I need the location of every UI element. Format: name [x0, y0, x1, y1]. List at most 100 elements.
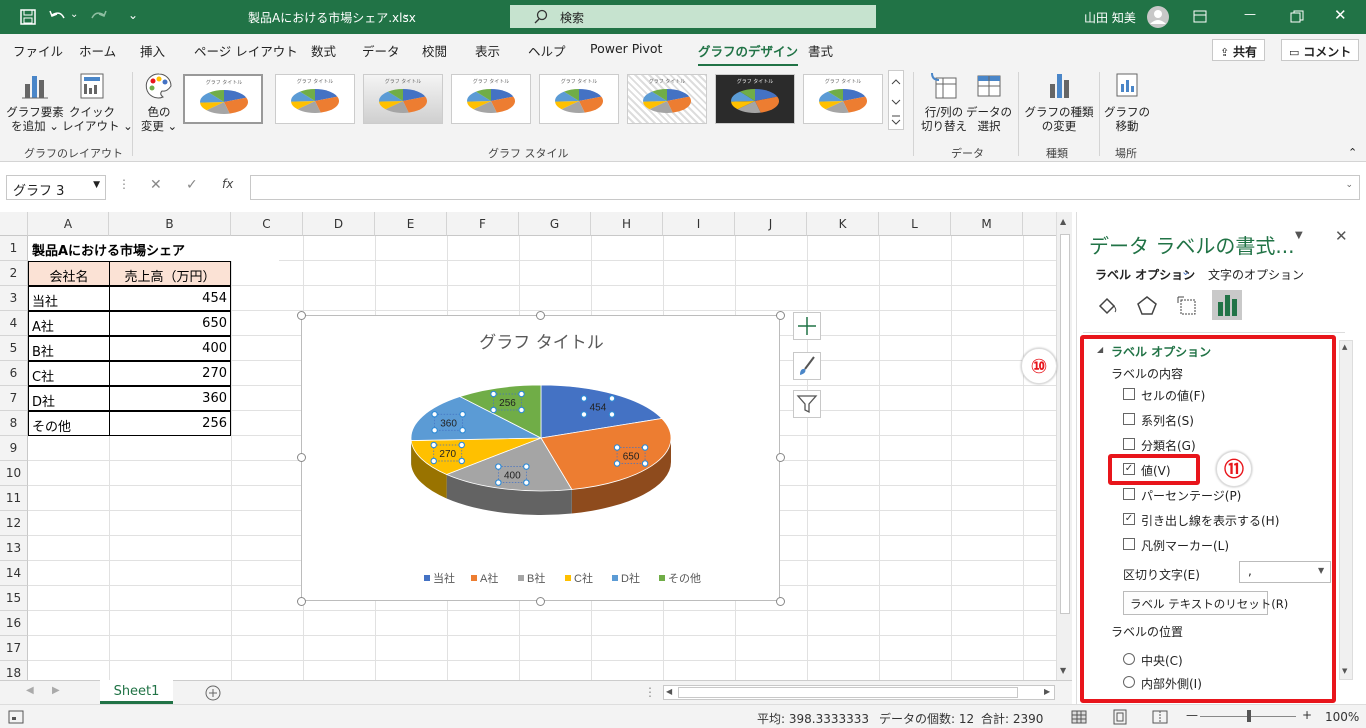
zoom-level[interactable]: 100%: [1325, 710, 1359, 724]
move-chart-button[interactable]: グラフの 移動: [1104, 70, 1150, 133]
data-label-handle[interactable]: [431, 427, 438, 434]
column-header[interactable]: [1023, 212, 1056, 236]
data-label-handle[interactable]: [459, 411, 466, 418]
data-label-handle[interactable]: [608, 395, 616, 402]
data-label-handle[interactable]: [495, 479, 502, 486]
row-header[interactable]: 18: [0, 661, 28, 680]
pie-plot-area[interactable]: 454 650 400 270 360 256 当社 A社 B社 C社 D社 その他: [302, 316, 781, 602]
column-header[interactable]: G: [519, 212, 591, 236]
sales-cell[interactable]: 454: [109, 286, 231, 311]
data-label-handle[interactable]: [495, 463, 502, 470]
customize-qat-icon[interactable]: ⌄: [128, 8, 138, 22]
pane-scrollbar[interactable]: ▲ ▼: [1339, 340, 1353, 680]
company-cell[interactable]: D社: [28, 386, 110, 411]
row-header[interactable]: 14: [0, 561, 28, 586]
resize-handle[interactable]: [776, 597, 785, 606]
data-label-handle[interactable]: [458, 457, 465, 465]
quick-layout-button[interactable]: クイック レイアウト ⌄: [62, 70, 133, 133]
sales-cell[interactable]: 270: [109, 361, 231, 386]
data-label-handle[interactable]: [458, 441, 465, 449]
tab-insert[interactable]: 挿入: [140, 41, 165, 60]
row-header[interactable]: 13: [0, 536, 28, 561]
sheet-tab-sheet1[interactable]: Sheet1: [100, 680, 173, 704]
pie-chart[interactable]: グラフ タイトル 454 650 400 270 360 256 当社 A社 B社 C社 D社 その他: [301, 315, 780, 601]
row-header[interactable]: 16: [0, 611, 28, 636]
row-header[interactable]: 7: [0, 386, 28, 411]
data-label[interactable]: 400: [504, 471, 521, 482]
sales-cell[interactable]: 400: [109, 336, 231, 361]
resize-handle[interactable]: [536, 311, 545, 320]
collapse-ribbon-icon[interactable]: ⌃: [1348, 146, 1357, 159]
data-label-handle[interactable]: [490, 390, 497, 398]
name-box[interactable]: グラフ 3 ▼: [6, 175, 106, 200]
company-cell[interactable]: A社: [28, 311, 110, 336]
tab-data[interactable]: データ: [362, 41, 400, 60]
chart-styles-button[interactable]: [793, 352, 821, 380]
tab-help[interactable]: ヘルプ: [528, 41, 566, 60]
chart-filters-button[interactable]: [793, 390, 821, 418]
normal-view-icon[interactable]: [1071, 709, 1087, 725]
data-label-handle[interactable]: [518, 406, 525, 414]
column-header[interactable]: F: [447, 212, 519, 236]
row-header[interactable]: 1: [0, 236, 28, 261]
data-label[interactable]: 270: [439, 449, 456, 460]
column-header[interactable]: C: [231, 212, 303, 236]
select-data-button[interactable]: データの 選択: [966, 70, 1012, 133]
enter-icon[interactable]: ✓: [186, 177, 198, 193]
add-sheet-icon[interactable]: [205, 685, 221, 701]
data-label-handle[interactable]: [431, 411, 438, 418]
minimize-icon[interactable]: —: [1244, 7, 1256, 21]
row-header[interactable]: 12: [0, 511, 28, 536]
row-header[interactable]: 6: [0, 361, 28, 386]
fill-line-icon[interactable]: [1095, 294, 1119, 318]
tab-format[interactable]: 書式: [808, 41, 833, 60]
search-box[interactable]: 検索: [510, 5, 876, 28]
data-label-handle[interactable]: [430, 457, 437, 465]
chart-elements-button[interactable]: [793, 312, 821, 340]
chart-style-3[interactable]: グラフ タイトル: [363, 74, 443, 124]
comment-button[interactable]: ▭ コメント: [1281, 39, 1360, 61]
scroll-left-icon[interactable]: ◀: [666, 687, 672, 696]
row-header[interactable]: 17: [0, 636, 28, 661]
data-label[interactable]: 650: [623, 452, 640, 463]
size-properties-icon[interactable]: [1175, 294, 1199, 318]
legend-entry[interactable]: B社: [527, 571, 545, 585]
row-header[interactable]: 5: [0, 336, 28, 361]
column-header[interactable]: K: [807, 212, 879, 236]
legend-entry[interactable]: その他: [668, 572, 701, 585]
undo-dropdown-icon[interactable]: ⌄: [70, 9, 78, 20]
resize-handle[interactable]: [297, 311, 306, 320]
row-header[interactable]: 10: [0, 461, 28, 486]
macro-record-icon[interactable]: [8, 710, 24, 724]
pane-options-icon[interactable]: ▼: [1295, 230, 1303, 241]
insert-function-icon[interactable]: fx: [222, 177, 233, 191]
row-header[interactable]: 11: [0, 486, 28, 511]
label-options-icon-button[interactable]: [1212, 290, 1242, 320]
data-label[interactable]: 360: [440, 418, 457, 429]
resize-handle[interactable]: [297, 597, 306, 606]
row-header[interactable]: 9: [0, 436, 28, 461]
column-header[interactable]: D: [303, 212, 375, 236]
scroll-down-icon[interactable]: ▼: [1060, 666, 1066, 675]
row-header[interactable]: 2: [0, 261, 28, 286]
column-header[interactable]: L: [879, 212, 951, 236]
sales-cell[interactable]: 360: [109, 386, 231, 411]
change-colors-button[interactable]: 色の 変更 ⌄: [138, 70, 180, 133]
restore-icon[interactable]: [1290, 10, 1304, 24]
legend-entry[interactable]: D社: [621, 571, 640, 585]
scroll-thumb[interactable]: [1060, 234, 1070, 614]
chart-style-6[interactable]: グラフ タイトル: [627, 74, 707, 124]
chart-style-2[interactable]: グラフ タイトル: [275, 74, 355, 124]
company-cell[interactable]: C社: [28, 361, 110, 386]
data-label-handle[interactable]: [518, 390, 525, 398]
share-button[interactable]: ⇪ 共有: [1212, 39, 1266, 61]
h-scroll-thumb[interactable]: [678, 687, 1018, 698]
close-icon[interactable]: ✕: [1334, 6, 1347, 24]
data-label[interactable]: 454: [590, 402, 607, 413]
data-label-handle[interactable]: [523, 463, 530, 470]
column-header[interactable]: H: [591, 212, 663, 236]
data-label-handle[interactable]: [580, 411, 588, 418]
horizontal-scrollbar[interactable]: ◀ ▶: [663, 685, 1055, 700]
data-label-handle[interactable]: [580, 395, 588, 402]
pane-close-icon[interactable]: ✕: [1335, 227, 1348, 245]
